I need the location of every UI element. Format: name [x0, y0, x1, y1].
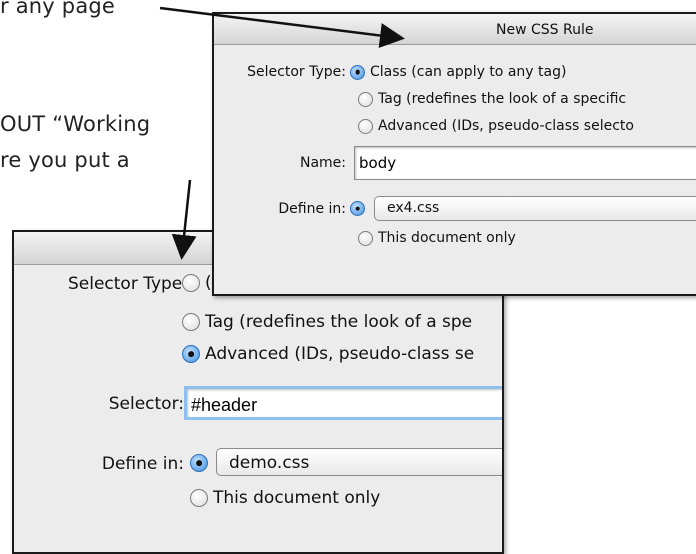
front-radio-define-file[interactable] [350, 201, 365, 216]
back-selector-type-label: Selector Type: [67, 274, 188, 294]
back-this-document-label: This document only [213, 488, 381, 508]
back-radio-this-document[interactable] [190, 489, 208, 507]
front-radio-this-document[interactable] [358, 230, 373, 246]
back-option-advanced[interactable]: Advanced (IDs, pseudo-class se [182, 344, 474, 364]
name-input-value: body [359, 154, 397, 172]
front-define-in-label: Define in: [278, 201, 346, 217]
back-selector-label: Selector: [108, 394, 184, 414]
back-option-tag[interactable]: Tag (redefines the look of a spe [182, 312, 472, 332]
front-define-in-file-option[interactable] [350, 201, 370, 216]
front-dialog-title: New CSS Rule [496, 22, 594, 38]
back-option-class[interactable]: ( [182, 273, 212, 293]
back-stylesheet-popup[interactable]: demo.css [216, 448, 502, 476]
back-option-advanced-label: Advanced (IDs, pseudo-class se [205, 344, 475, 364]
back-stylesheet-popup-value: demo.css [229, 453, 310, 473]
front-this-document-label: This document only [378, 230, 516, 246]
back-radio-class[interactable] [182, 274, 200, 292]
selector-input[interactable]: #header [184, 386, 502, 420]
caption-line-3: re you put a [0, 148, 130, 172]
back-radio-define-file[interactable] [190, 454, 208, 472]
back-option-tag-label: Tag (redefines the look of a spe [205, 312, 473, 332]
front-stylesheet-popup-value: ex4.css [387, 200, 440, 216]
back-radio-advanced[interactable] [182, 345, 200, 363]
back-option-class-label: ( [205, 273, 212, 293]
front-option-advanced-label: Advanced (IDs, pseudo-class selecto [378, 118, 634, 134]
name-input[interactable]: body [354, 146, 696, 180]
front-option-class[interactable]: Class (can apply to any tag) [350, 64, 566, 80]
front-name-label: Name: [299, 155, 346, 171]
front-stylesheet-popup[interactable]: ex4.css [374, 196, 696, 221]
front-selector-type-label: Selector Type: [247, 64, 346, 80]
front-this-document-option[interactable]: This document only [358, 230, 516, 246]
selector-input-value: #header [191, 395, 258, 415]
front-dialog-titlebar: New CSS Rule [214, 14, 696, 45]
caption-line-1: r any page [0, 0, 116, 18]
front-option-class-label: Class (can apply to any tag) [370, 64, 567, 80]
front-option-tag[interactable]: Tag (redefines the look of a specific [358, 91, 626, 107]
back-define-in-label: Define in: [101, 454, 184, 474]
new-css-rule-dialog-front: New CSS Rule Selector Type: Class (can a… [212, 12, 696, 296]
caption-line-2: OUT “Working [0, 112, 151, 136]
front-radio-tag[interactable] [358, 91, 373, 107]
front-radio-advanced[interactable] [358, 118, 373, 134]
back-this-document-option[interactable]: This document only [190, 488, 380, 508]
back-define-in-file-option[interactable] [190, 454, 213, 472]
front-radio-class[interactable] [350, 64, 365, 80]
front-option-advanced[interactable]: Advanced (IDs, pseudo-class selecto [358, 118, 634, 134]
back-radio-tag[interactable] [182, 313, 200, 331]
front-option-tag-label: Tag (redefines the look of a specific [378, 91, 627, 107]
